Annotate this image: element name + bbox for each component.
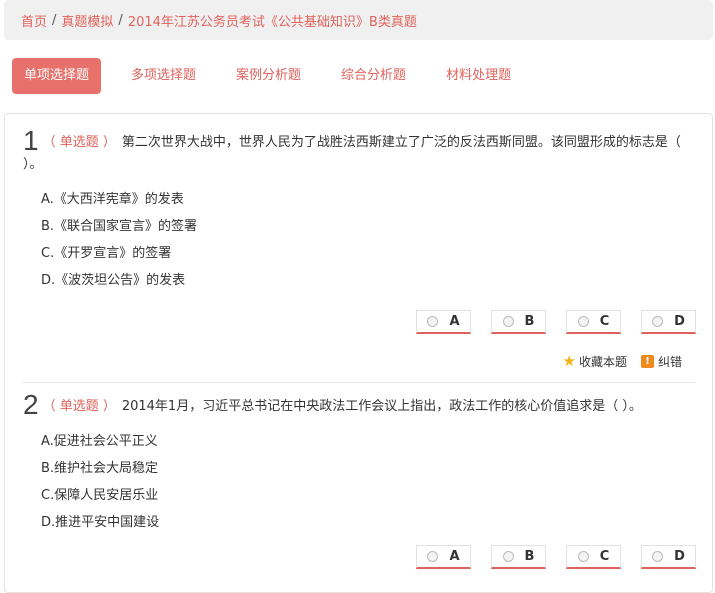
radio-icon [502, 316, 514, 327]
favorite-button[interactable]: ★ 收藏本题 [563, 352, 627, 370]
option-b: B.《联合国家宣言》的签署 [41, 219, 198, 234]
radio-icon [577, 316, 589, 327]
question-text: 第二次世界大战中，世界人民为了战胜法西斯建立了广泛的反法西斯同盟。该同盟形成的标… [23, 135, 681, 172]
option-c: C.保障人民安居乐业 [41, 488, 159, 503]
question-type-tabs: 单项选择题 多项选择题 案例分析题 综合分析题 材料处理题 [12, 58, 539, 94]
option-d: D.推进平安中国建设 [41, 515, 160, 530]
breadcrumb-separator: / [118, 12, 123, 28]
answer-button-d[interactable]: D [641, 545, 696, 569]
tab-single-choice[interactable]: 单项选择题 [12, 58, 102, 94]
question-type-label: （ 单选题 ） [42, 135, 116, 150]
answer-button-b[interactable]: B [491, 545, 546, 569]
question-type-label: （ 单选题 ） [42, 399, 116, 414]
question-actions: ★ 收藏本题 ! 纠错 [549, 352, 682, 370]
breadcrumb-current-link[interactable]: 2014年江苏公务员考试《公共基础知识》B类真题 [128, 11, 417, 30]
answer-button-a[interactable]: A [416, 545, 471, 569]
favorite-label: 收藏本题 [578, 354, 627, 369]
question-divider [23, 382, 695, 383]
question-item: 2 （ 单选题 ） 2014年1月，习近平总书记在中央政法工作会议上指出，政法工作的… [23, 391, 695, 536]
report-error-button[interactable]: ! 纠错 [640, 353, 682, 370]
breadcrumb-home-link[interactable]: 首页 [21, 11, 47, 30]
exclamation-icon: ! [640, 354, 654, 368]
answer-button-c[interactable]: C [566, 545, 621, 569]
option-a: A.促进社会公平正义 [41, 434, 158, 449]
question-header: 1 （ 单选题 ）第二次世界大战中，世界人民为了战胜法西斯建立了广泛的反法西斯同盟… [23, 127, 695, 176]
option-a: A.《大西洋宪章》的发表 [41, 192, 184, 207]
report-label: 纠错 [657, 354, 682, 369]
answer-label: C [599, 549, 610, 564]
question-item: 1 （ 单选题 ）第二次世界大战中，世界人民为了战胜法西斯建立了广泛的反法西斯同盟… [23, 127, 695, 294]
option-d: D.《波茨坦公告》的发表 [41, 273, 186, 288]
tab-multiple-choice[interactable]: 多项选择题 [119, 58, 208, 94]
radio-icon [652, 316, 664, 327]
radio-icon [502, 551, 514, 562]
breadcrumb: 首页 / 真题模拟 / 2014年江苏公务员考试《公共基础知识》B类真题 [4, 0, 713, 40]
answer-buttons: A B C D [396, 310, 696, 334]
question-number: 2 [23, 389, 39, 420]
radio-icon [427, 551, 439, 562]
answer-label: C [599, 314, 610, 329]
radio-icon [577, 551, 589, 562]
star-icon: ★ [562, 352, 576, 370]
breadcrumb-separator: / [52, 12, 57, 28]
question-panel: 1 （ 单选题 ）第二次世界大战中，世界人民为了战胜法西斯建立了广泛的反法西斯同盟… [4, 113, 713, 593]
answer-label: A [449, 549, 460, 564]
tab-comprehensive-analysis[interactable]: 综合分析题 [329, 58, 418, 94]
option-c: C.《开罗宣言》的签署 [41, 246, 172, 261]
tab-material-processing[interactable]: 材料处理题 [434, 58, 523, 94]
tab-case-analysis[interactable]: 案例分析题 [224, 58, 313, 94]
answer-button-a[interactable]: A [416, 310, 471, 334]
answer-buttons: A B C D [396, 545, 696, 569]
options-list: A.促进社会公平正义 B.维护社会大局稳定 C.保障人民安居乐业 D.推进平安中… [23, 428, 695, 536]
answer-label: D [674, 549, 685, 564]
question-number: 1 [23, 125, 39, 156]
answer-button-d[interactable]: D [641, 310, 696, 334]
answer-label: A [449, 314, 460, 329]
breadcrumb-category-link[interactable]: 真题模拟 [61, 11, 113, 30]
answer-label: B [524, 549, 535, 564]
answer-label: B [524, 314, 535, 329]
options-list: A.《大西洋宪章》的发表 B.《联合国家宣言》的签署 C.《开罗宣言》的签署 D… [23, 186, 695, 294]
option-b: B.维护社会大局稳定 [41, 461, 159, 476]
question-text: 2014年1月，习近平总书记在中央政法工作会议上指出，政法工作的核心价值追求是（… [121, 399, 642, 414]
question-header: 2 （ 单选题 ） 2014年1月，习近平总书记在中央政法工作会议上指出，政法工作的… [23, 391, 695, 419]
answer-button-b[interactable]: B [491, 310, 546, 334]
radio-icon [427, 316, 439, 327]
radio-icon [652, 551, 664, 562]
answer-label: D [674, 314, 685, 329]
answer-button-c[interactable]: C [566, 310, 621, 334]
